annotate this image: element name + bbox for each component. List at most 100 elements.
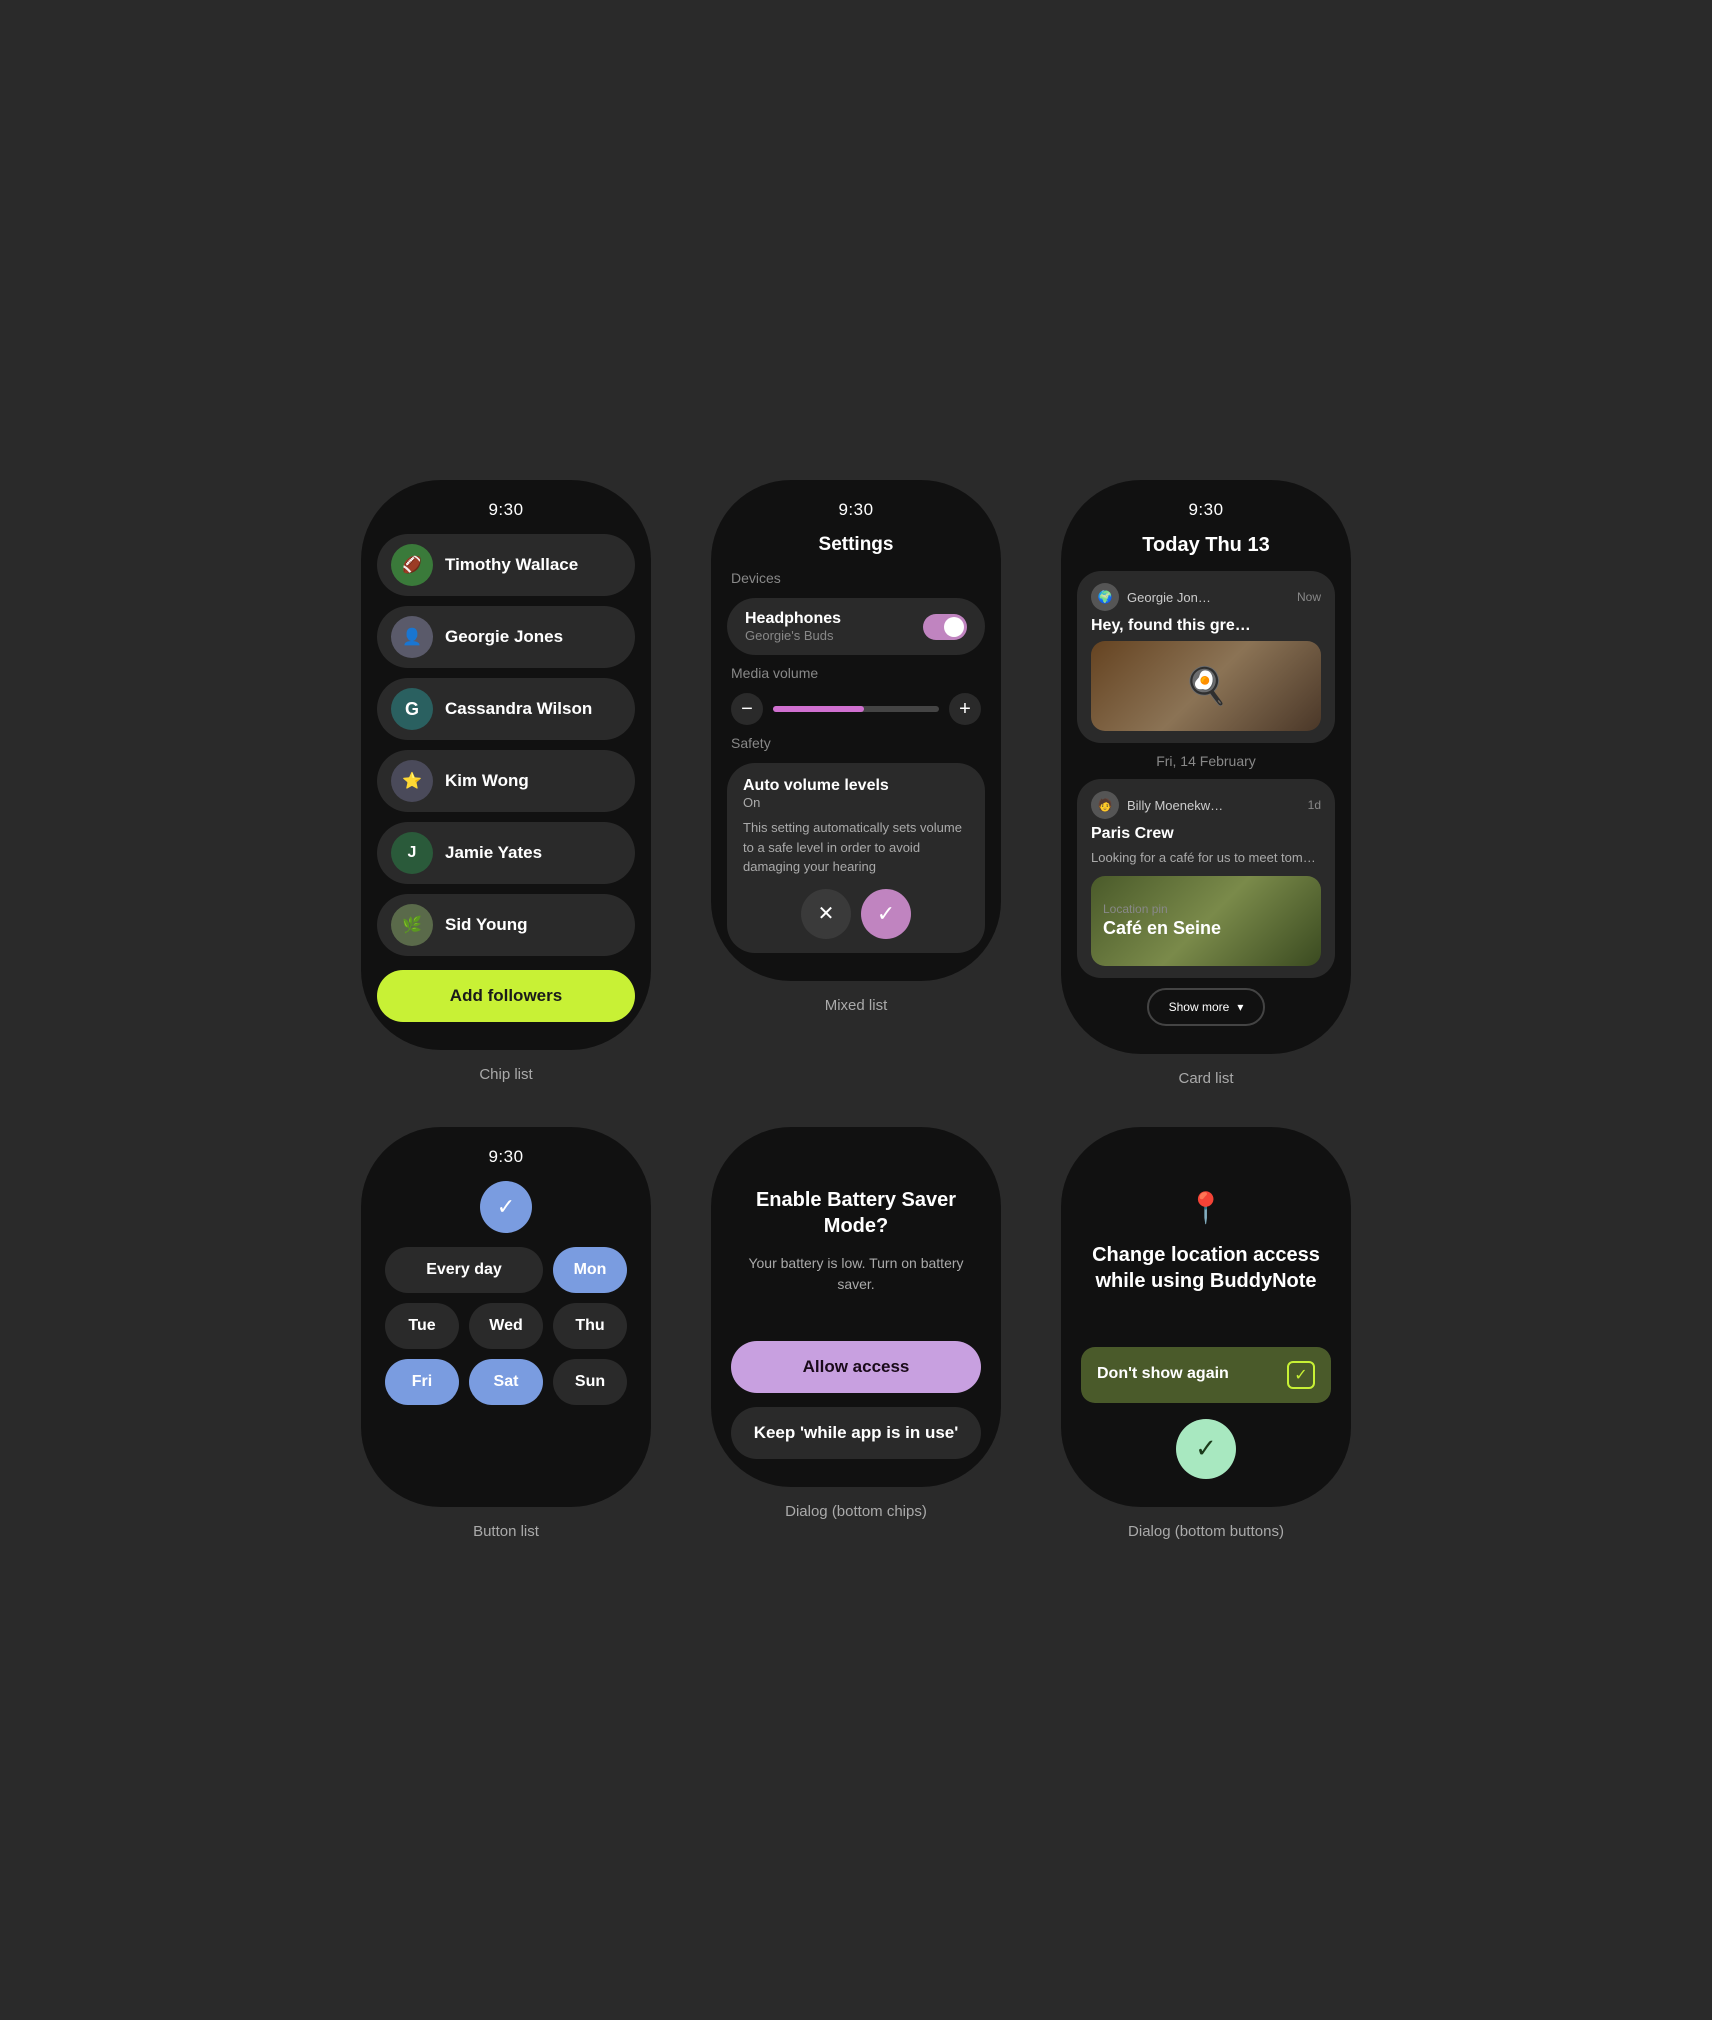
notif2-name: Billy Moenekw… (1127, 798, 1300, 813)
action-buttons: ✕ ✓ (743, 889, 969, 939)
headphones-subtitle: Georgie's Buds (745, 628, 841, 643)
button-list-label: Button list (473, 1523, 539, 1540)
auto-vol-title: Auto volume levels (743, 777, 969, 795)
notif2-avatar: 🧑 (1091, 791, 1119, 819)
volume-fill (773, 706, 864, 712)
mixed-list-label: Mixed list (825, 997, 888, 1014)
card-list-label: Card list (1178, 1070, 1233, 1087)
add-followers-button[interactable]: Add followers (377, 970, 635, 1022)
avatar-kim: ⭐ (391, 760, 433, 802)
volume-decrease-button[interactable]: − (731, 693, 763, 725)
notif2-image: Location pin Café en Seine (1091, 876, 1321, 966)
notif2-group: Paris Crew (1091, 825, 1321, 843)
auto-vol-desc: This setting automatically sets volume t… (743, 818, 969, 877)
main-grid: 9:30 🏈 Timothy Wallace 👤 Georgie Jones G… (346, 480, 1366, 1539)
dialog-buttons-label: Dialog (bottom buttons) (1128, 1523, 1284, 1540)
card-list-time: 9:30 (1188, 500, 1223, 520)
media-volume-label: Media volume (727, 665, 818, 681)
dialog-buttons-panel: 📍 Change location access while using Bud… (1046, 1127, 1366, 1540)
dont-show-checkbox[interactable]: ✓ (1287, 1361, 1315, 1389)
dont-show-label: Don't show again (1097, 1364, 1229, 1385)
notif1-image: 🍳 (1091, 641, 1321, 731)
notif1-name: Georgie Jon… (1127, 590, 1289, 605)
chip-list-device: 9:30 🏈 Timothy Wallace 👤 Georgie Jones G… (361, 480, 651, 1050)
location-pin-label: Location pin (1103, 902, 1309, 916)
name-timothy: Timothy Wallace (445, 555, 578, 575)
location-icon: 📍 (1187, 1191, 1224, 1226)
day-btn-wed[interactable]: Wed (469, 1303, 543, 1349)
avatar-jamie: J (391, 832, 433, 874)
headphones-info: Headphones Georgie's Buds (745, 610, 841, 643)
volume-increase-button[interactable]: + (949, 693, 981, 725)
notif1-time: Now (1297, 590, 1321, 604)
avatar-timothy: 🏈 (391, 544, 433, 586)
devices-section-label: Devices (727, 570, 781, 586)
dont-show-again-row[interactable]: Don't show again ✓ (1081, 1347, 1331, 1403)
headphones-name: Headphones (745, 610, 841, 628)
keep-while-in-use-button[interactable]: Keep 'while app is in use' (731, 1407, 981, 1459)
today-title: Today Thu 13 (1142, 534, 1269, 557)
toggle-knob (944, 617, 964, 637)
button-list-time: 9:30 (488, 1147, 523, 1167)
notif2-body: Looking for a café for us to meet tom… (1091, 849, 1321, 867)
chip-list-panel: 9:30 🏈 Timothy Wallace 👤 Georgie Jones G… (346, 480, 666, 1083)
notif2-header: 🧑 Billy Moenekw… 1d (1091, 791, 1321, 819)
food-emoji-icon: 🍳 (1184, 665, 1229, 707)
chevron-down-icon: ▾ (1237, 1000, 1243, 1014)
allow-access-button[interactable]: Allow access (731, 1341, 981, 1393)
notif2-time: 1d (1308, 798, 1321, 812)
name-cassandra: Cassandra Wilson (445, 699, 592, 719)
button-list-device: 9:30 ✓ Every day Mon Tue Wed Thu Fri Sat… (361, 1127, 651, 1507)
auto-vol-status: On (743, 795, 969, 810)
mixed-list-device: 9:30 Settings Devices Headphones Georgie… (711, 480, 1001, 981)
day-btn-mon[interactable]: Mon (553, 1247, 627, 1293)
headphones-toggle[interactable] (923, 614, 967, 640)
notification-card-1[interactable]: 🌍 Georgie Jon… Now Hey, found this gre… … (1077, 571, 1335, 743)
notif1-avatar: 🌍 (1091, 583, 1119, 611)
show-more-button[interactable]: Show more ▾ (1147, 988, 1266, 1026)
volume-slider[interactable] (773, 706, 939, 712)
safety-label: Safety (727, 735, 771, 751)
day-btn-thu[interactable]: Thu (553, 1303, 627, 1349)
location-info-block: Location pin Café en Seine (1091, 892, 1321, 949)
location-confirm-button[interactable]: ✓ (1176, 1419, 1236, 1479)
chip-item-kim[interactable]: ⭐ Kim Wong (377, 750, 635, 812)
day-grid: Every day Mon Tue Wed Thu Fri Sat Sun (377, 1247, 635, 1405)
day-btn-sun[interactable]: Sun (553, 1359, 627, 1405)
name-jamie: Jamie Yates (445, 843, 542, 863)
chip-item-georgie[interactable]: 👤 Georgie Jones (377, 606, 635, 668)
notification-card-2[interactable]: 🧑 Billy Moenekw… 1d Paris Crew Looking f… (1077, 779, 1335, 977)
avatar-sid: 🌿 (391, 904, 433, 946)
confirm-button[interactable]: ✓ (861, 889, 911, 939)
cancel-button[interactable]: ✕ (801, 889, 851, 939)
day-btn-sat[interactable]: Sat (469, 1359, 543, 1405)
volume-row: − + (727, 693, 985, 725)
settings-title: Settings (819, 534, 894, 556)
mixed-list-time: 9:30 (838, 500, 873, 520)
button-list-panel: 9:30 ✓ Every day Mon Tue Wed Thu Fri Sat… (346, 1127, 666, 1540)
chip-item-sid[interactable]: 🌿 Sid Young (377, 894, 635, 956)
name-kim: Kim Wong (445, 771, 529, 791)
mixed-list-panel: 9:30 Settings Devices Headphones Georgie… (696, 480, 1016, 1014)
name-sid: Sid Young (445, 915, 527, 935)
check-circle[interactable]: ✓ (480, 1181, 532, 1233)
date-divider: Fri, 14 February (1156, 753, 1256, 769)
day-btn-everyday[interactable]: Every day (385, 1247, 543, 1293)
dialog-chips-body: Your battery is low. Turn on battery sav… (731, 1253, 981, 1295)
headphones-row[interactable]: Headphones Georgie's Buds (727, 598, 985, 655)
dialog-loc-title: Change location access while using Buddy… (1081, 1242, 1331, 1294)
day-btn-tue[interactable]: Tue (385, 1303, 459, 1349)
dialog-buttons-device: 📍 Change location access while using Bud… (1061, 1127, 1351, 1507)
avatar-cassandra: G (391, 688, 433, 730)
location-name: Café en Seine (1103, 918, 1309, 939)
card-list-panel: 9:30 Today Thu 13 🌍 Georgie Jon… Now Hey… (1046, 480, 1366, 1086)
name-georgie: Georgie Jones (445, 627, 563, 647)
dialog-chips-device: Enable Battery Saver Mode? Your battery … (711, 1127, 1001, 1487)
chip-item-jamie[interactable]: J Jamie Yates (377, 822, 635, 884)
day-btn-fri[interactable]: Fri (385, 1359, 459, 1405)
chip-item-cassandra[interactable]: G Cassandra Wilson (377, 678, 635, 740)
notif1-header: 🌍 Georgie Jon… Now (1091, 583, 1321, 611)
notif1-title: Hey, found this gre… (1091, 617, 1321, 635)
chip-item-timothy[interactable]: 🏈 Timothy Wallace (377, 534, 635, 596)
dialog-chips-label: Dialog (bottom chips) (785, 1503, 927, 1520)
